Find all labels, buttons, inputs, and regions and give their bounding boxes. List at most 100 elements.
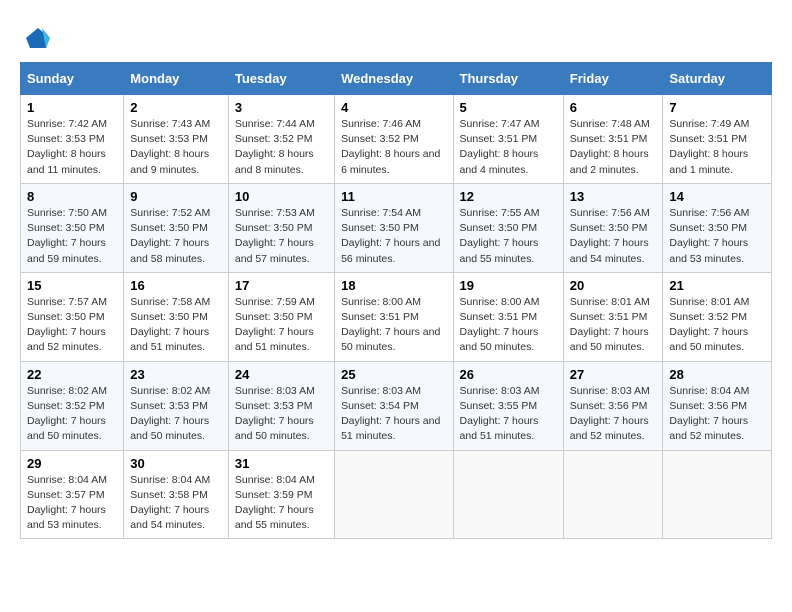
day-info: Sunrise: 7:56 AMSunset: 3:50 PMDaylight:… — [570, 206, 657, 267]
day-number: 9 — [130, 189, 222, 204]
calendar-table: Sunday Monday Tuesday Wednesday Thursday… — [20, 62, 772, 539]
day-number: 22 — [27, 367, 117, 382]
day-info: Sunrise: 7:48 AMSunset: 3:51 PMDaylight:… — [570, 117, 657, 178]
day-number: 21 — [669, 278, 765, 293]
day-number: 20 — [570, 278, 657, 293]
day-info: Sunrise: 7:52 AMSunset: 3:50 PMDaylight:… — [130, 206, 222, 267]
table-row — [663, 450, 772, 539]
calendar-week-3: 15 Sunrise: 7:57 AMSunset: 3:50 PMDayligh… — [21, 272, 772, 361]
table-row: 6 Sunrise: 7:48 AMSunset: 3:51 PMDaylight… — [563, 95, 663, 184]
day-info: Sunrise: 8:03 AMSunset: 3:53 PMDaylight:… — [235, 384, 328, 445]
day-number: 18 — [341, 278, 446, 293]
day-number: 23 — [130, 367, 222, 382]
table-row: 7 Sunrise: 7:49 AMSunset: 3:51 PMDaylight… — [663, 95, 772, 184]
day-info: Sunrise: 7:47 AMSunset: 3:51 PMDaylight:… — [460, 117, 557, 178]
table-row: 18 Sunrise: 8:00 AMSunset: 3:51 PMDayligh… — [335, 272, 453, 361]
day-number: 26 — [460, 367, 557, 382]
table-row: 16Sunrise: 7:58 AMSunset: 3:50 PMDayligh… — [124, 272, 229, 361]
col-sunday: Sunday — [21, 63, 124, 95]
table-row: 25 Sunrise: 8:03 AMSunset: 3:54 PMDayligh… — [335, 361, 453, 450]
table-row — [453, 450, 563, 539]
table-row: 13 Sunrise: 7:56 AMSunset: 3:50 PMDayligh… — [563, 183, 663, 272]
day-info: Sunrise: 7:50 AMSunset: 3:50 PMDaylight:… — [27, 206, 117, 267]
day-info: Sunrise: 8:01 AMSunset: 3:51 PMDaylight:… — [570, 295, 657, 356]
table-row: 20 Sunrise: 8:01 AMSunset: 3:51 PMDayligh… — [563, 272, 663, 361]
day-number: 8 — [27, 189, 117, 204]
day-info: Sunrise: 8:04 AMSunset: 3:58 PMDaylight:… — [130, 473, 222, 534]
day-number: 7 — [669, 100, 765, 115]
calendar-week-1: 1 Sunrise: 7:42 AMSunset: 3:53 PMDaylight… — [21, 95, 772, 184]
table-row: 15 Sunrise: 7:57 AMSunset: 3:50 PMDayligh… — [21, 272, 124, 361]
logo-icon — [24, 24, 52, 52]
table-row: 4 Sunrise: 7:46 AMSunset: 3:52 PMDaylight… — [335, 95, 453, 184]
day-info: Sunrise: 8:02 AMSunset: 3:53 PMDaylight:… — [130, 384, 222, 445]
table-row: 22 Sunrise: 8:02 AMSunset: 3:52 PMDayligh… — [21, 361, 124, 450]
day-info: Sunrise: 8:04 AMSunset: 3:59 PMDaylight:… — [235, 473, 328, 534]
day-number: 17 — [235, 278, 328, 293]
calendar-week-5: 29 Sunrise: 8:04 AMSunset: 3:57 PMDayligh… — [21, 450, 772, 539]
day-number: 16 — [130, 278, 222, 293]
day-number: 28 — [669, 367, 765, 382]
day-info: Sunrise: 7:54 AMSunset: 3:50 PMDaylight:… — [341, 206, 446, 267]
day-info: Sunrise: 7:43 AMSunset: 3:53 PMDaylight:… — [130, 117, 222, 178]
table-row: 17 Sunrise: 7:59 AMSunset: 3:50 PMDayligh… — [228, 272, 334, 361]
day-info: Sunrise: 7:53 AMSunset: 3:50 PMDaylight:… — [235, 206, 328, 267]
calendar-body: 1 Sunrise: 7:42 AMSunset: 3:53 PMDaylight… — [21, 95, 772, 539]
day-number: 11 — [341, 189, 446, 204]
table-row: 23 Sunrise: 8:02 AMSunset: 3:53 PMDayligh… — [124, 361, 229, 450]
calendar-week-4: 22 Sunrise: 8:02 AMSunset: 3:52 PMDayligh… — [21, 361, 772, 450]
day-info: Sunrise: 7:42 AMSunset: 3:53 PMDaylight:… — [27, 117, 117, 178]
day-number: 1 — [27, 100, 117, 115]
table-row: 27 Sunrise: 8:03 AMSunset: 3:56 PMDayligh… — [563, 361, 663, 450]
day-number: 27 — [570, 367, 657, 382]
day-info: Sunrise: 8:03 AMSunset: 3:56 PMDaylight:… — [570, 384, 657, 445]
col-friday: Friday — [563, 63, 663, 95]
day-info: Sunrise: 7:44 AMSunset: 3:52 PMDaylight:… — [235, 117, 328, 178]
table-row: 10 Sunrise: 7:53 AMSunset: 3:50 PMDayligh… — [228, 183, 334, 272]
day-info: Sunrise: 8:04 AMSunset: 3:57 PMDaylight:… — [27, 473, 117, 534]
day-info: Sunrise: 7:57 AMSunset: 3:50 PMDaylight:… — [27, 295, 117, 356]
col-thursday: Thursday — [453, 63, 563, 95]
day-number: 10 — [235, 189, 328, 204]
table-row — [335, 450, 453, 539]
table-row: 5 Sunrise: 7:47 AMSunset: 3:51 PMDaylight… — [453, 95, 563, 184]
day-number: 6 — [570, 100, 657, 115]
day-info: Sunrise: 7:59 AMSunset: 3:50 PMDaylight:… — [235, 295, 328, 356]
day-number: 25 — [341, 367, 446, 382]
page-header — [20, 20, 772, 52]
header-row: Sunday Monday Tuesday Wednesday Thursday… — [21, 63, 772, 95]
col-saturday: Saturday — [663, 63, 772, 95]
day-number: 2 — [130, 100, 222, 115]
table-row: 21 Sunrise: 8:01 AMSunset: 3:52 PMDayligh… — [663, 272, 772, 361]
day-info: Sunrise: 8:04 AMSunset: 3:56 PMDaylight:… — [669, 384, 765, 445]
day-number: 14 — [669, 189, 765, 204]
table-row: 2 Sunrise: 7:43 AMSunset: 3:53 PMDaylight… — [124, 95, 229, 184]
table-row: 24Sunrise: 8:03 AMSunset: 3:53 PMDayligh… — [228, 361, 334, 450]
day-number: 30 — [130, 456, 222, 471]
day-info: Sunrise: 7:46 AMSunset: 3:52 PMDaylight:… — [341, 117, 446, 178]
col-monday: Monday — [124, 63, 229, 95]
calendar-week-2: 8 Sunrise: 7:50 AMSunset: 3:50 PMDaylight… — [21, 183, 772, 272]
day-info: Sunrise: 7:55 AMSunset: 3:50 PMDaylight:… — [460, 206, 557, 267]
day-number: 12 — [460, 189, 557, 204]
day-number: 5 — [460, 100, 557, 115]
calendar-header: Sunday Monday Tuesday Wednesday Thursday… — [21, 63, 772, 95]
day-info: Sunrise: 8:03 AMSunset: 3:54 PMDaylight:… — [341, 384, 446, 445]
col-wednesday: Wednesday — [335, 63, 453, 95]
day-number: 29 — [27, 456, 117, 471]
day-number: 13 — [570, 189, 657, 204]
table-row: 14 Sunrise: 7:56 AMSunset: 3:50 PMDayligh… — [663, 183, 772, 272]
day-number: 4 — [341, 100, 446, 115]
table-row: 3Sunrise: 7:44 AMSunset: 3:52 PMDaylight… — [228, 95, 334, 184]
day-info: Sunrise: 7:49 AMSunset: 3:51 PMDaylight:… — [669, 117, 765, 178]
day-info: Sunrise: 8:00 AMSunset: 3:51 PMDaylight:… — [341, 295, 446, 356]
day-number: 15 — [27, 278, 117, 293]
logo — [20, 24, 52, 52]
day-number: 31 — [235, 456, 328, 471]
day-info: Sunrise: 8:01 AMSunset: 3:52 PMDaylight:… — [669, 295, 765, 356]
table-row: 29 Sunrise: 8:04 AMSunset: 3:57 PMDayligh… — [21, 450, 124, 539]
table-row: 26Sunrise: 8:03 AMSunset: 3:55 PMDayligh… — [453, 361, 563, 450]
day-info: Sunrise: 8:02 AMSunset: 3:52 PMDaylight:… — [27, 384, 117, 445]
table-row: 30 Sunrise: 8:04 AMSunset: 3:58 PMDayligh… — [124, 450, 229, 539]
day-info: Sunrise: 7:56 AMSunset: 3:50 PMDaylight:… — [669, 206, 765, 267]
